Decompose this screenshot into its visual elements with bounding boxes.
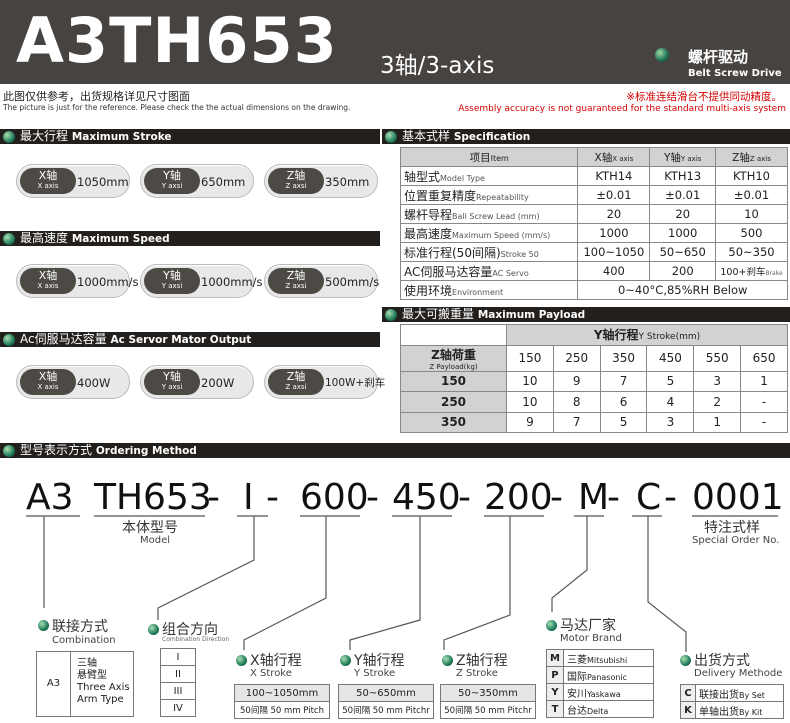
z-stroke-label-en: Z Stroke [456, 668, 498, 679]
combination-label-cn: 联接方式 [52, 619, 108, 635]
delivery-table: C 联接出货By Set K 单轴出货By Kit [680, 684, 784, 719]
globe-icon [442, 655, 453, 666]
special-label-en: Special Order No. [692, 535, 780, 546]
z-stroke-table: 50~350mm 50间隔 50 mm Pitchr [440, 684, 536, 719]
table-row: C 联接出货By Set [680, 684, 784, 702]
y-stroke-label-cn: Y轴行程 [354, 653, 405, 669]
x-stroke-label-en: X Stroke [250, 668, 292, 679]
connector-lines [26, 515, 778, 652]
delivery-label-cn: 出货方式 [694, 653, 750, 669]
y-stroke-table: 50~650mm 50间隔 50 mm Pitchr [338, 684, 434, 719]
globe-icon [38, 620, 49, 631]
model-label-en: Model [140, 535, 171, 546]
y-stroke-label-en: Y Stroke [354, 668, 396, 679]
globe-icon [148, 624, 159, 635]
delivery-label-en: Delivery Methode [694, 668, 783, 679]
table-row: T 台达Delta [546, 700, 655, 718]
product-sheet: A3TH653 3轴/3-axis 螺杆驱动 Belt Screw Drive … [0, 0, 790, 723]
special-label-cn: 特注式样 [704, 520, 760, 536]
motor-table: M 三菱Mitsubishi P 国际Panasonic Y 安川Yaskawa T台… [546, 649, 655, 718]
combination-label-en: Combination [52, 635, 116, 646]
table-row: P 国际Panasonic [546, 666, 655, 684]
globe-icon [236, 655, 247, 666]
motor-label-en: Motor Brand [560, 633, 622, 644]
x-stroke-table: 100~1050mm 50间隔 50 mm Pitch [234, 684, 330, 719]
direction-table: I II III IV [160, 648, 196, 717]
table-row: K 单轴出货By Kit [680, 701, 784, 719]
globe-icon [546, 620, 557, 631]
direction-label-en: Combination Direction [162, 636, 230, 643]
x-stroke-label-cn: X轴行程 [250, 653, 302, 669]
table-row: M 三菱Mitsubishi [546, 649, 655, 667]
z-stroke-label-cn: Z轴行程 [456, 653, 508, 669]
combination-box: A3 三轴 悬臂型 Three Axis Arm Type [36, 651, 134, 717]
motor-label-cn: 马达厂家 [560, 618, 616, 634]
table-row: Y 安川Yaskawa [546, 683, 655, 701]
globe-icon [340, 655, 351, 666]
model-label-cn: 本体型号 [122, 520, 178, 536]
globe-icon [680, 655, 691, 666]
